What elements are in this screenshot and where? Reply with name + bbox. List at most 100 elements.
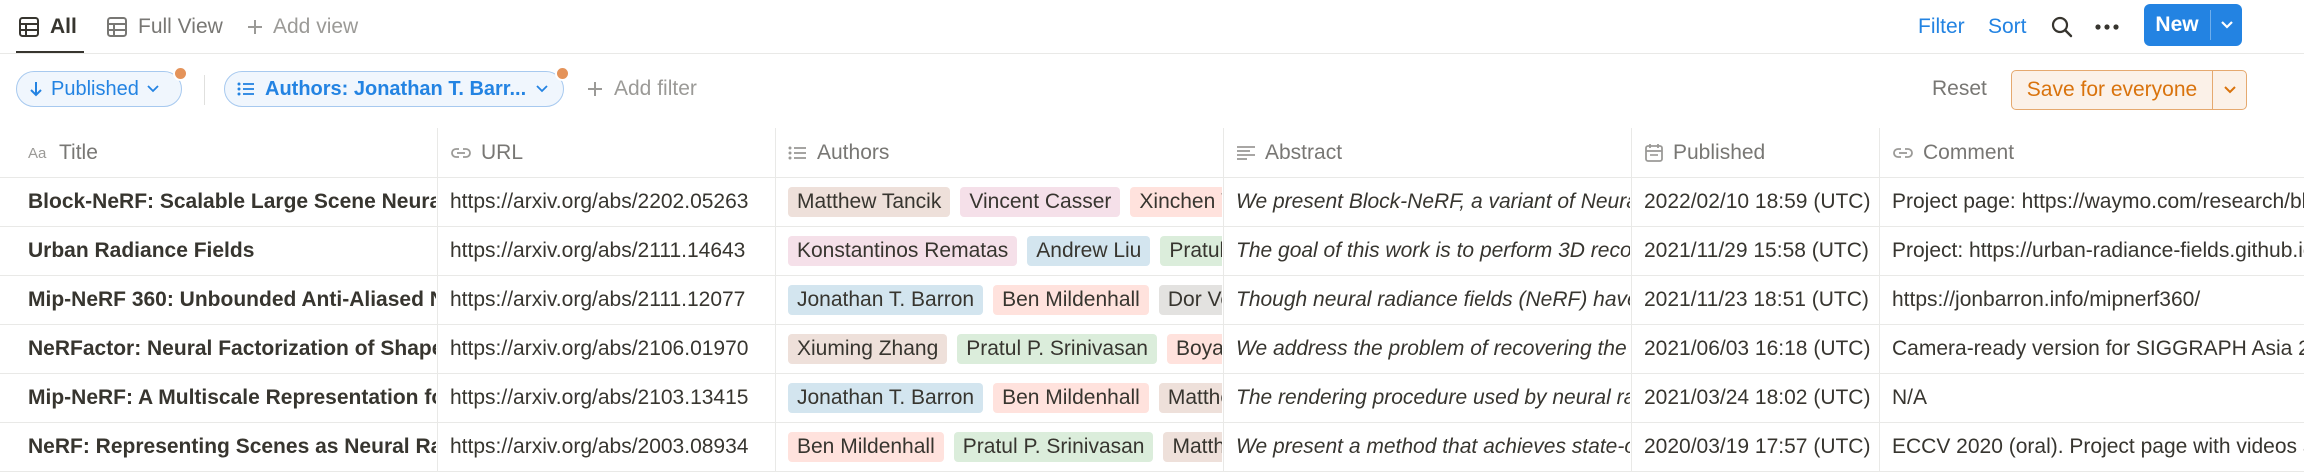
filter-pill-authors[interactable]: Authors: Jonathan T. Barr... <box>224 66 570 107</box>
column-authors-label: Authors <box>817 140 890 164</box>
author-tag[interactable]: Vincent Casser <box>960 186 1121 217</box>
table-row[interactable]: NeRF: Representing Scenes as Neural Radi… <box>0 422 2304 471</box>
author-tag[interactable]: Ben Mildenhall <box>788 431 944 462</box>
comment-cell[interactable]: N/A <box>1892 373 2304 422</box>
tab-all[interactable]: All <box>16 0 84 54</box>
abstract-cell[interactable]: We address the problem of recovering the… <box>1236 324 1630 373</box>
url-cell[interactable]: https://arxiv.org/abs/2111.14643 <box>450 226 774 275</box>
table-row[interactable]: Urban Radiance Fields https://arxiv.org/… <box>0 226 2304 275</box>
published-cell[interactable]: 2022/02/10 18:59 (UTC) <box>1644 177 1878 226</box>
column-header-authors[interactable]: Authors <box>788 128 1208 177</box>
author-tag[interactable]: Matthew Tancik <box>1163 431 1222 462</box>
filter-button[interactable]: Filter <box>1918 13 1965 41</box>
authors-cell[interactable]: Xiuming Zhang Pratul P. Srinivasan Boyang … <box>788 324 1222 373</box>
reset-button[interactable]: Reset <box>1932 71 1987 107</box>
list-icon <box>788 145 808 161</box>
column-abstract-label: Abstract <box>1265 140 1343 164</box>
author-tag[interactable]: Pratul P. Srinivasan <box>1160 235 1222 266</box>
more-options-button[interactable] <box>2094 13 2120 41</box>
new-button-label[interactable]: New <box>2144 4 2210 46</box>
published-cell[interactable]: 2021/06/03 16:18 (UTC) <box>1644 324 1878 373</box>
add-filter-button[interactable]: Add filter <box>586 71 697 107</box>
authors-cell[interactable]: Matthew Tancik Vincent Casser Xinchen Yan <box>788 177 1222 226</box>
column-published-label: Published <box>1673 140 1766 164</box>
sort-button[interactable]: Sort <box>1988 13 2027 41</box>
view-tabs-bar: All Full View Add view Filter Sort New <box>0 0 2304 54</box>
author-tag[interactable]: Xinchen Yan <box>1130 186 1222 217</box>
published-cell[interactable]: 2021/03/24 18:02 (UTC) <box>1644 373 1878 422</box>
author-tag[interactable]: Boyang Deng <box>1166 333 1222 364</box>
url-cell[interactable]: https://arxiv.org/abs/2111.12077 <box>450 275 774 324</box>
abstract-cell[interactable]: Though neural radiance fields (NeRF) hav… <box>1236 275 1630 324</box>
filter-bar-separator <box>204 75 205 105</box>
url-cell[interactable]: https://arxiv.org/abs/2003.08934 <box>450 422 774 471</box>
authors-cell[interactable]: Ben Mildenhall Pratul P. Srinivasan Matthe… <box>788 422 1222 471</box>
title-cell[interactable]: Urban Radiance Fields <box>28 226 436 275</box>
abstract-cell[interactable]: The rendering procedure used by neural r… <box>1236 373 1630 422</box>
title-cell[interactable]: Mip-NeRF: A Multiscale Representation fo… <box>28 373 436 422</box>
comment-cell[interactable]: https://jonbarron.info/mipnerf360/ <box>1892 275 2304 324</box>
pill-modified-dot <box>173 66 188 81</box>
title-cell[interactable]: NeRFactor: Neural Factorization of Shape… <box>28 324 436 373</box>
filter-bar: Published Authors: Jonathan T. Barr... A… <box>0 54 2304 128</box>
comment-cell[interactable]: Project: https://urban-radiance-fields.g… <box>1892 226 2304 275</box>
filter-pill-label: Authors: Jonathan T. Barr... <box>265 77 527 100</box>
author-tag[interactable]: Andrew Liu <box>1027 235 1151 266</box>
author-tag[interactable]: Jonathan T. Barron <box>788 382 984 413</box>
published-cell[interactable]: 2021/11/23 18:51 (UTC) <box>1644 275 1878 324</box>
column-url-label: URL <box>481 140 524 164</box>
title-cell[interactable]: NeRF: Representing Scenes as Neural Radi… <box>28 422 436 471</box>
tab-full-view[interactable]: Full View <box>106 0 223 54</box>
author-tag[interactable]: Matthew Tancik <box>788 186 951 217</box>
abstract-cell[interactable]: We present a method that achieves state-… <box>1236 422 1630 471</box>
column-header-url[interactable]: URL <box>450 128 770 177</box>
title-cell[interactable]: Mip-NeRF 360: Unbounded Anti-Aliased Neu… <box>28 275 436 324</box>
table-row[interactable]: Mip-NeRF: A Multiscale Representation fo… <box>0 373 2304 422</box>
column-header-title[interactable]: Aa Title <box>28 128 428 177</box>
author-tag[interactable]: Pratul P. Srinivasan <box>957 333 1157 364</box>
new-dropdown-button[interactable] <box>2211 4 2242 46</box>
authors-cell[interactable]: Jonathan T. Barron Ben Mildenhall Matthew … <box>788 373 1222 422</box>
title-cell[interactable]: Block-NeRF: Scalable Large Scene Neural … <box>28 177 436 226</box>
add-view-button[interactable]: Add view <box>246 0 358 54</box>
author-tag[interactable]: Ben Mildenhall <box>993 382 1149 413</box>
url-text: https://arxiv.org/abs/2202.05263 <box>450 189 749 213</box>
author-tag[interactable]: Xiuming Zhang <box>788 333 948 364</box>
save-for-everyone-button[interactable]: Save for everyone <box>2011 70 2247 110</box>
url-cell[interactable]: https://arxiv.org/abs/2202.05263 <box>450 177 774 226</box>
save-for-everyone-label[interactable]: Save for everyone <box>2012 71 2212 109</box>
published-cell[interactable]: 2020/03/19 17:57 (UTC) <box>1644 422 1878 471</box>
comment-cell[interactable]: ECCV 2020 (oral). Project page with vide… <box>1892 422 2304 471</box>
authors-cell[interactable]: Jonathan T. Barron Ben Mildenhall Dor Verb… <box>788 275 1222 324</box>
comment-cell[interactable]: Project page: https://waymo.com/research… <box>1892 177 2304 226</box>
abstract-cell[interactable]: The goal of this work is to perform 3D r… <box>1236 226 1630 275</box>
new-button[interactable]: New <box>2144 4 2242 46</box>
table-row[interactable]: NeRFactor: Neural Factorization of Shape… <box>0 324 2304 373</box>
url-cell[interactable]: https://arxiv.org/abs/2106.01970 <box>450 324 774 373</box>
link-icon <box>1892 144 1914 162</box>
chevron-down-icon <box>536 85 548 93</box>
column-header-abstract[interactable]: Abstract <box>1236 128 1616 177</box>
table-row[interactable]: Mip-NeRF 360: Unbounded Anti-Aliased Neu… <box>0 275 2304 324</box>
published-text: 2020/03/19 17:57 (UTC) <box>1644 434 1871 458</box>
author-tag[interactable]: Jonathan T. Barron <box>788 284 984 315</box>
column-header-published[interactable]: Published <box>1644 128 1864 177</box>
author-tag[interactable]: Matthew Tancik <box>1158 382 1222 413</box>
chevron-down-icon <box>2220 20 2234 30</box>
column-title-label: Title <box>59 140 98 164</box>
search-button[interactable] <box>2050 13 2074 41</box>
author-tag[interactable]: Konstantinos Rematas <box>788 235 1018 266</box>
published-cell[interactable]: 2021/11/29 15:58 (UTC) <box>1644 226 1878 275</box>
author-tag[interactable]: Ben Mildenhall <box>993 284 1149 315</box>
abstract-text: We address the problem of recovering the… <box>1236 336 1630 360</box>
comment-cell[interactable]: Camera-ready version for SIGGRAPH Asia 2… <box>1892 324 2304 373</box>
authors-cell[interactable]: Konstantinos Rematas Andrew Liu Pratul P. … <box>788 226 1222 275</box>
author-tag[interactable]: Pratul P. Srinivasan <box>953 431 1154 462</box>
url-cell[interactable]: https://arxiv.org/abs/2103.13415 <box>450 373 774 422</box>
column-header-comment[interactable]: Comment <box>1892 128 2292 177</box>
abstract-cell[interactable]: We present Block-NeRF, a variant of Neur… <box>1236 177 1630 226</box>
author-tag[interactable]: Dor Verbin <box>1158 284 1222 315</box>
table-row[interactable]: Block-NeRF: Scalable Large Scene Neural … <box>0 177 2304 226</box>
save-dropdown-button[interactable] <box>2213 71 2246 109</box>
sort-pill-published[interactable]: Published <box>16 66 188 107</box>
